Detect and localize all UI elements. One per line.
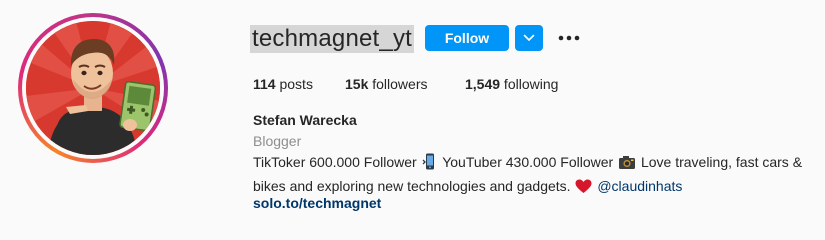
profile-avatar[interactable] bbox=[26, 21, 160, 155]
following-link[interactable]: 1,549 following bbox=[465, 75, 558, 93]
full-name: Stefan Warecka bbox=[253, 112, 357, 128]
story-ring[interactable] bbox=[18, 13, 168, 163]
bio-text: TikToker 600.000 Follower YouTuber 430.0… bbox=[253, 152, 813, 200]
more-options-button[interactable] bbox=[556, 27, 582, 49]
followers-link[interactable]: 15k followers bbox=[345, 75, 428, 93]
profile-header: techmagnet_yt Follow 114 posts 15k follo… bbox=[0, 0, 825, 240]
more-options-icon bbox=[556, 27, 582, 49]
follow-button[interactable]: Follow bbox=[425, 25, 509, 51]
camera-emoji bbox=[618, 154, 636, 176]
posts-count: 114 posts bbox=[253, 76, 313, 92]
red-heart-emoji bbox=[575, 179, 592, 200]
suggested-accounts-dropdown-button[interactable] bbox=[515, 25, 543, 51]
website-link[interactable]: solo.to/techmagnet bbox=[253, 194, 381, 212]
mobile-phone-emoji bbox=[422, 153, 438, 176]
username: techmagnet_yt bbox=[250, 25, 415, 53]
mention-link[interactable]: @claudinhats bbox=[597, 178, 682, 194]
category-label: Blogger bbox=[253, 133, 302, 149]
